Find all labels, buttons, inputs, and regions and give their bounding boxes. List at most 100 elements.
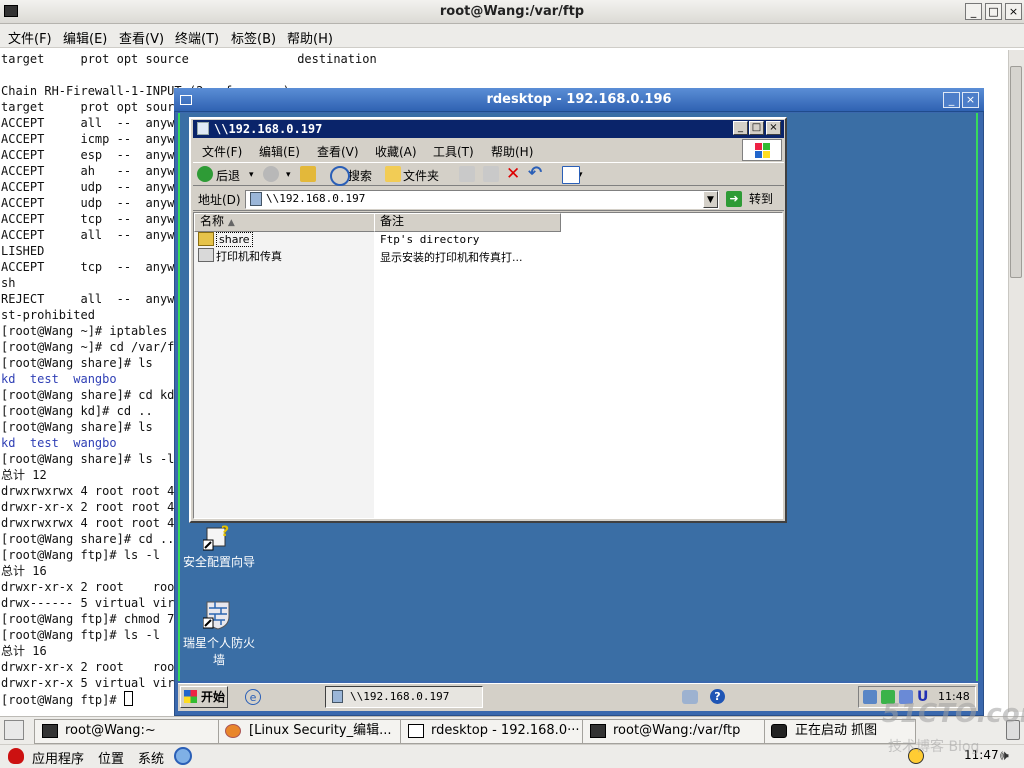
web-browser-launcher-icon[interactable]: [174, 747, 192, 765]
search-button[interactable]: 搜索: [348, 167, 372, 184]
shared-folder-icon[interactable]: [198, 232, 214, 246]
folders-icon[interactable]: [385, 166, 401, 182]
menu-applications[interactable]: 应用程序: [32, 748, 84, 767]
terminal-line: [root@Wang ftp]#: [1, 691, 133, 707]
terminal-line: target prot opt source destination: [1, 52, 377, 66]
internet-explorer-icon[interactable]: e: [245, 689, 261, 705]
column-name-label: 名称: [200, 214, 225, 228]
terminal-icon: [42, 724, 58, 738]
list-item-comment: 显示安装的打印机和传真打...: [380, 251, 523, 264]
terminal-line: drwxrwxrwx 4 root root 40: [1, 516, 182, 530]
network-tray-icon[interactable]: [682, 690, 698, 704]
rdesktop-title: rdesktop - 192.168.0.196: [486, 92, 672, 107]
search-icon[interactable]: [330, 166, 350, 186]
terminal-line: ACCEPT all -- anywh: [1, 228, 182, 242]
menu-tabs[interactable]: 标签(B): [231, 28, 276, 47]
terminal-line: 总计 12: [1, 468, 47, 482]
terminal-line: drwxrwxrwx 4 root root 40: [1, 484, 182, 498]
rdesktop-minimize-button[interactable]: _: [943, 92, 960, 108]
maximize-button[interactable]: □: [985, 3, 1002, 20]
address-label: 地址(D): [198, 193, 241, 207]
menu-tools[interactable]: 工具(T): [433, 143, 474, 160]
desktop-icon-label[interactable]: 瑞星个人防火墙: [178, 634, 260, 668]
back-dropdown-icon[interactable]: ▾: [249, 170, 254, 180]
forward-dropdown-icon[interactable]: ▾: [286, 170, 291, 180]
scrollbar-thumb[interactable]: [1010, 66, 1022, 278]
menu-view[interactable]: 查看(V): [119, 28, 164, 47]
terminal-line: kd test wangbo: [1, 372, 117, 386]
terminal-line: ACCEPT icmp -- anywh: [1, 132, 182, 146]
terminal-line: sh: [1, 276, 16, 290]
back-button[interactable]: 后退: [216, 167, 240, 184]
menu-help[interactable]: 帮助(H): [287, 28, 333, 47]
taskbar-item-terminal-home[interactable]: root@Wang:~: [34, 719, 246, 744]
terminal-line: ACCEPT ah -- anywh: [1, 164, 182, 178]
menu-view[interactable]: 查看(V): [317, 143, 359, 160]
menu-edit[interactable]: 编辑(E): [63, 28, 107, 47]
firefox-icon: [225, 724, 241, 738]
network-share-icon: [197, 122, 209, 135]
terminal-line: [root@Wang share]# cd kd: [1, 388, 175, 402]
desktop-icon-label[interactable]: 安全配置向导: [180, 553, 258, 570]
back-arrow-icon[interactable]: [197, 166, 213, 182]
terminal-line: 总计 16: [1, 564, 47, 578]
menu-favorites[interactable]: 收藏(A): [375, 143, 417, 160]
list-item-comment: Ftp's directory: [380, 233, 480, 246]
folders-button[interactable]: 文件夹: [403, 167, 439, 184]
network-connection-icon[interactable]: [863, 690, 877, 704]
file-list-name-column: [194, 230, 374, 518]
move-to-icon[interactable]: [459, 166, 475, 182]
up-folder-icon[interactable]: [300, 166, 316, 182]
window-icon: [408, 724, 424, 738]
menu-system[interactable]: 系统: [138, 748, 164, 767]
menu-terminal[interactable]: 终端(T): [175, 28, 219, 47]
terminal-line: [root@Wang ftp]# chmod 77: [1, 612, 182, 626]
firewall-icon[interactable]: [202, 600, 233, 630]
forward-arrow-icon[interactable]: [263, 166, 279, 182]
printer-icon[interactable]: [198, 248, 214, 262]
taskbar-item-browser[interactable]: [Linux Security_编辑...: [218, 719, 428, 744]
delete-icon[interactable]: ✕: [506, 164, 520, 184]
help-icon[interactable]: ?: [710, 689, 725, 704]
taskbar-item-rdesktop[interactable]: rdesktop - 192.168.0···: [400, 719, 610, 744]
column-header-name[interactable]: 名称 ▲: [194, 213, 381, 232]
menu-help[interactable]: 帮助(H): [491, 143, 533, 160]
terminal-line: [root@Wang share]# ls: [1, 420, 153, 434]
show-desktop-icon[interactable]: [4, 720, 24, 740]
list-item-printers[interactable]: 打印机和传真: [216, 248, 282, 264]
windows-logo-icon: [742, 139, 782, 161]
explorer-minimize-button[interactable]: _: [733, 121, 748, 135]
minimize-button[interactable]: _: [965, 3, 982, 20]
column-header-comment[interactable]: 备注: [374, 213, 561, 232]
terminal-line: drwxr-xr-x 2 root root 40: [1, 500, 182, 514]
explorer-close-button[interactable]: ×: [766, 121, 781, 135]
terminal-line: [root@Wang ftp]# ls -l: [1, 628, 160, 642]
undo-icon[interactable]: ↶: [528, 163, 542, 183]
terminal-line: ACCEPT all -- anywh: [1, 116, 182, 130]
terminal-line: drwxr-xr-x 2 root root: [1, 660, 182, 674]
rdesktop-close-button[interactable]: ×: [962, 92, 979, 108]
views-icon[interactable]: [562, 166, 580, 184]
security-wizard-icon[interactable]: ?: [202, 522, 233, 552]
terminal-line: ACCEPT udp -- anywh: [1, 196, 182, 210]
terminal-line: [root@Wang ~]# cd /var/ft: [1, 340, 182, 354]
go-button[interactable]: 转到: [725, 189, 779, 209]
terminal-line: drwxr-xr-x 2 root root: [1, 580, 182, 594]
address-value[interactable]: \\192.168.0.197: [266, 192, 365, 205]
menu-edit[interactable]: 编辑(E): [259, 143, 300, 160]
menu-places[interactable]: 位置: [98, 748, 124, 767]
menu-file[interactable]: 文件(F): [8, 28, 52, 47]
terminal-icon: [590, 724, 606, 738]
redhat-icon[interactable]: [8, 748, 24, 764]
list-item-share[interactable]: share: [216, 232, 253, 247]
terminal-line: 总计 16: [1, 644, 47, 658]
address-dropdown-icon[interactable]: ▼: [703, 191, 718, 208]
taskbar-item-explorer[interactable]: \\192.168.0.197: [325, 686, 483, 708]
close-button[interactable]: ×: [1005, 3, 1022, 20]
explorer-maximize-button[interactable]: □: [749, 121, 764, 135]
taskbar-item-terminal-ftp[interactable]: root@Wang:/var/ftp: [582, 719, 792, 744]
copy-to-icon[interactable]: [483, 166, 499, 182]
menu-file[interactable]: 文件(F): [202, 143, 242, 160]
terminal-line: [root@Wang kd]# cd ..: [1, 404, 153, 418]
volume-icon[interactable]: 🕪: [1000, 748, 1009, 764]
